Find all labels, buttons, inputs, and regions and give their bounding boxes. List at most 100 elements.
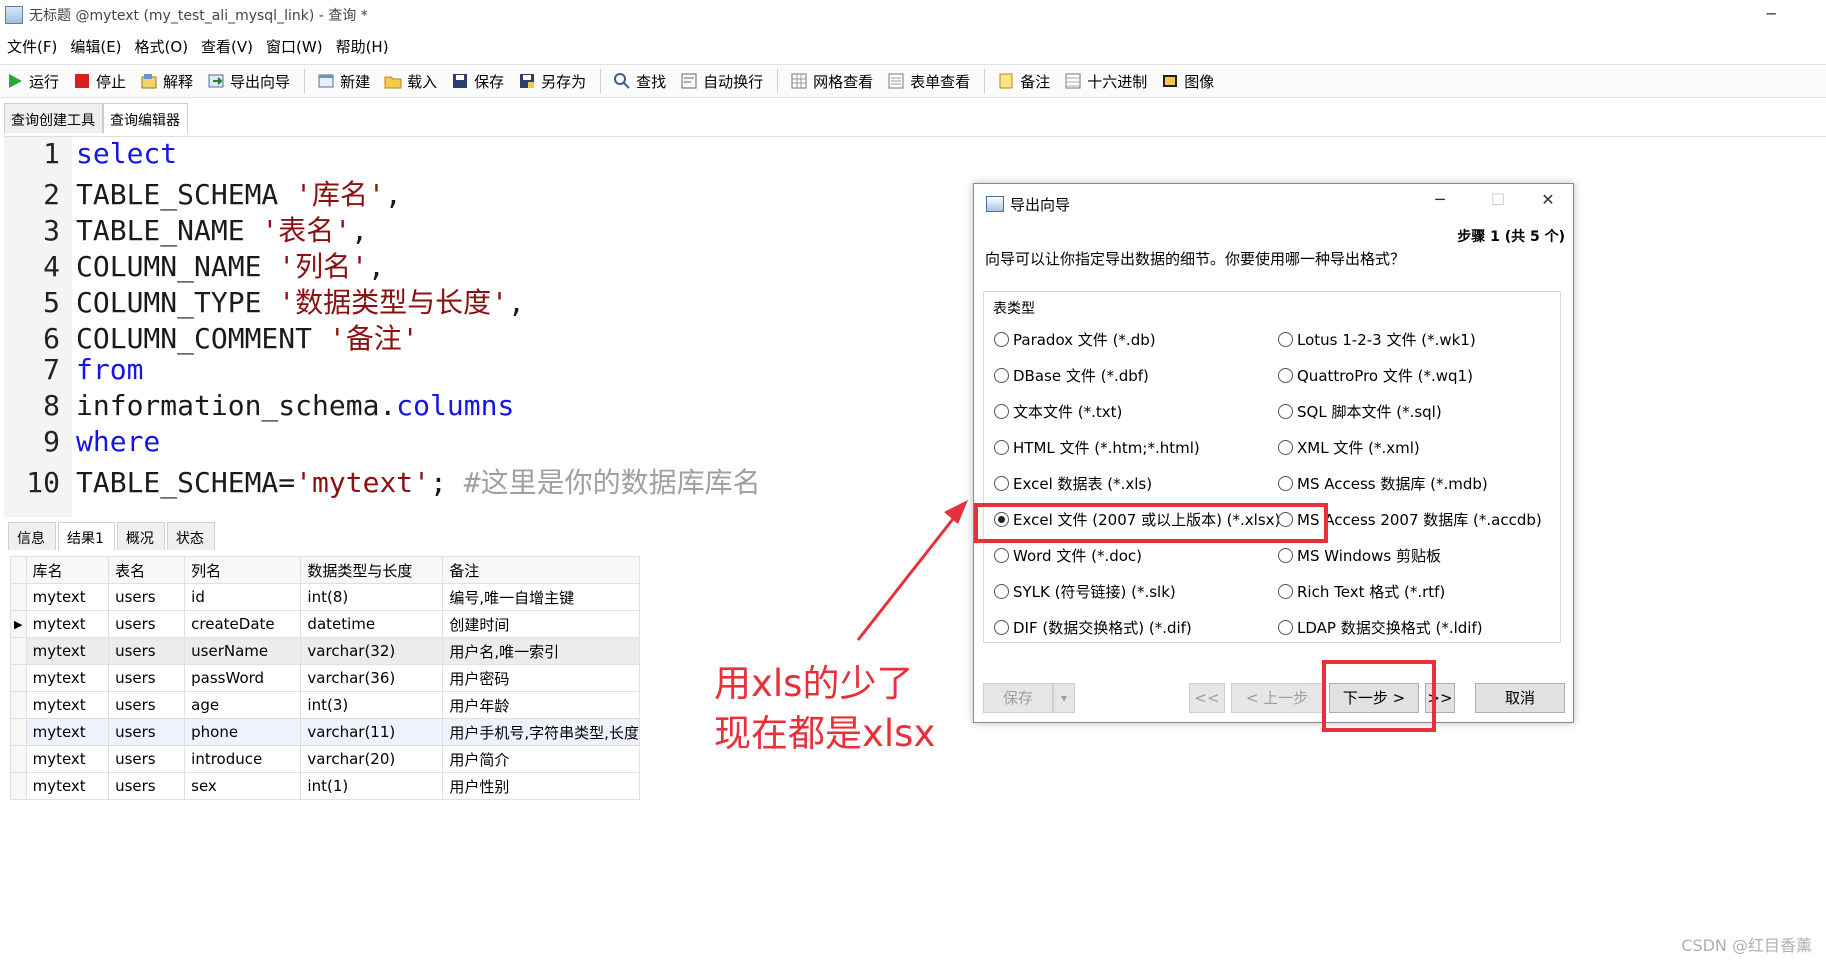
hex-button[interactable]: 十六进制 — [1064, 71, 1147, 92]
radio-button[interactable] — [1278, 547, 1293, 563]
option-text[interactable]: 文本文件 (*.txt) — [994, 397, 1122, 425]
menu-file[interactable]: 文件(F) — [0, 36, 63, 57]
save-as-button[interactable]: 另存为 — [518, 71, 586, 92]
row-selector[interactable] — [10, 718, 27, 746]
option-dif[interactable]: DIF (数据交换格式) (*.dif) — [994, 613, 1192, 641]
option-word[interactable]: Word 文件 (*.doc) — [994, 541, 1142, 569]
radio-button[interactable] — [994, 439, 1009, 455]
radio-button[interactable] — [1278, 619, 1293, 635]
table-cell[interactable]: varchar(11) — [300, 718, 444, 746]
row-selector[interactable] — [10, 556, 27, 584]
table-cell[interactable]: 用户手机号,字符串类型,长度 — [442, 718, 640, 746]
option-ldif[interactable]: LDAP 数据交换格式 (*.ldif) — [1278, 613, 1483, 641]
export-wizard-button[interactable]: 导出向导 — [207, 71, 290, 92]
column-header[interactable]: 数据类型与长度 — [300, 556, 444, 584]
table-cell[interactable]: passWord — [184, 664, 302, 692]
row-selector[interactable] — [10, 583, 27, 611]
table-cell[interactable]: users — [108, 745, 186, 773]
radio-button[interactable] — [1278, 331, 1293, 347]
menu-window[interactable]: 窗口(W) — [259, 36, 329, 57]
option-xml[interactable]: XML 文件 (*.xml) — [1278, 433, 1420, 461]
table-cell[interactable]: varchar(32) — [300, 637, 444, 665]
radio-button[interactable] — [994, 547, 1009, 563]
table-cell[interactable]: mytext — [25, 664, 110, 692]
form-view-button[interactable]: 表单查看 — [887, 71, 970, 92]
table-cell[interactable]: mytext — [25, 718, 110, 746]
option-sylk[interactable]: SYLK (符号链接) (*.slk) — [994, 577, 1176, 605]
save-button[interactable]: 保存 — [451, 71, 504, 92]
table-cell[interactable]: mytext — [25, 691, 110, 719]
table-cell[interactable]: sex — [184, 772, 302, 800]
option-ms-access-mdb[interactable]: MS Access 数据库 (*.mdb) — [1278, 469, 1488, 497]
dialog-minimize-button[interactable]: ─ — [1422, 190, 1458, 218]
column-header[interactable]: 备注 — [442, 556, 640, 584]
stop-button[interactable]: 停止 — [73, 71, 126, 92]
tab-result1[interactable]: 结果1 — [58, 522, 115, 550]
table-cell[interactable]: mytext — [25, 637, 110, 665]
table-cell[interactable]: users — [108, 691, 186, 719]
image-button[interactable]: 图像 — [1161, 71, 1214, 92]
table-cell[interactable]: int(1) — [300, 772, 444, 800]
column-header[interactable]: 表名 — [108, 556, 186, 584]
tab-profile[interactable]: 概况 — [116, 522, 165, 550]
find-button[interactable]: 查找 — [613, 71, 666, 92]
option-quattropro[interactable]: QuattroPro 文件 (*.wq1) — [1278, 361, 1473, 389]
option-paradox[interactable]: Paradox 文件 (*.db) — [994, 325, 1156, 353]
radio-button[interactable] — [1278, 439, 1293, 455]
table-cell[interactable]: mytext — [25, 583, 110, 611]
table-row[interactable]: mytext users phone varchar(11) 用户手机号,字符串… — [10, 718, 640, 746]
menu-format[interactable]: 格式(O) — [128, 36, 195, 57]
new-button[interactable]: 新建 — [317, 71, 370, 92]
table-cell[interactable]: users — [108, 637, 186, 665]
word-wrap-button[interactable]: 自动换行 — [680, 71, 763, 92]
radio-button[interactable] — [1278, 475, 1293, 491]
table-cell[interactable]: varchar(20) — [300, 745, 444, 773]
menu-view[interactable]: 查看(V) — [194, 36, 259, 57]
table-cell[interactable]: 用户密码 — [442, 664, 640, 692]
load-button[interactable]: 载入 — [384, 71, 437, 92]
table-cell[interactable]: mytext — [25, 745, 110, 773]
tab-status[interactable]: 状态 — [166, 522, 215, 550]
column-header[interactable]: 列名 — [184, 556, 302, 584]
tab-info[interactable]: 信息 — [8, 522, 56, 550]
option-rtf[interactable]: Rich Text 格式 (*.rtf) — [1278, 577, 1445, 605]
radio-button[interactable] — [994, 583, 1009, 599]
row-selector[interactable] — [10, 664, 27, 692]
table-cell[interactable]: 用户性别 — [442, 772, 640, 800]
dialog-close-button[interactable]: ✕ — [1530, 190, 1566, 218]
table-cell[interactable]: 用户名,唯一索引 — [442, 637, 640, 665]
option-excel-xls[interactable]: Excel 数据表 (*.xls) — [994, 469, 1152, 497]
grid-view-button[interactable]: 网格查看 — [790, 71, 873, 92]
radio-button[interactable] — [994, 331, 1009, 347]
table-row[interactable]: mytext users age int(3) 用户年龄 — [10, 691, 640, 719]
table-cell[interactable]: id — [184, 583, 302, 611]
row-selector[interactable] — [10, 637, 27, 665]
table-cell[interactable]: users — [108, 718, 186, 746]
table-cell[interactable]: varchar(36) — [300, 664, 444, 692]
table-cell[interactable]: userName — [184, 637, 302, 665]
table-cell[interactable]: 用户年龄 — [442, 691, 640, 719]
memo-button[interactable]: 备注 — [997, 71, 1050, 92]
run-button[interactable]: 运行 — [6, 71, 59, 92]
radio-button[interactable] — [994, 475, 1009, 491]
radio-button[interactable] — [1278, 403, 1293, 419]
radio-button[interactable] — [994, 367, 1009, 383]
radio-button[interactable] — [1278, 367, 1293, 383]
option-html[interactable]: HTML 文件 (*.htm;*.html) — [994, 433, 1200, 461]
option-clipboard[interactable]: MS Windows 剪贴板 — [1278, 541, 1441, 569]
minimize-button[interactable]: ─ — [1748, 0, 1794, 30]
row-selector[interactable] — [10, 691, 27, 719]
result-grid[interactable]: 库名 表名 列名 数据类型与长度 备注 mytext users id int(… — [10, 556, 640, 800]
table-cell[interactable]: users — [108, 583, 186, 611]
radio-button[interactable] — [994, 403, 1009, 419]
table-cell[interactable]: users — [108, 772, 186, 800]
radio-button[interactable] — [1278, 583, 1293, 599]
option-lotus[interactable]: Lotus 1-2-3 文件 (*.wk1) — [1278, 325, 1476, 353]
tab-query-builder[interactable]: 查询创建工具 — [4, 103, 103, 133]
table-cell[interactable]: users — [108, 664, 186, 692]
table-row[interactable]: ▶ mytext users createDate datetime 创建时间 — [10, 610, 640, 638]
option-dbase[interactable]: DBase 文件 (*.dbf) — [994, 361, 1149, 389]
table-cell[interactable]: 创建时间 — [442, 610, 640, 638]
table-cell[interactable]: introduce — [184, 745, 302, 773]
table-row[interactable]: mytext users passWord varchar(36) 用户密码 — [10, 664, 640, 692]
